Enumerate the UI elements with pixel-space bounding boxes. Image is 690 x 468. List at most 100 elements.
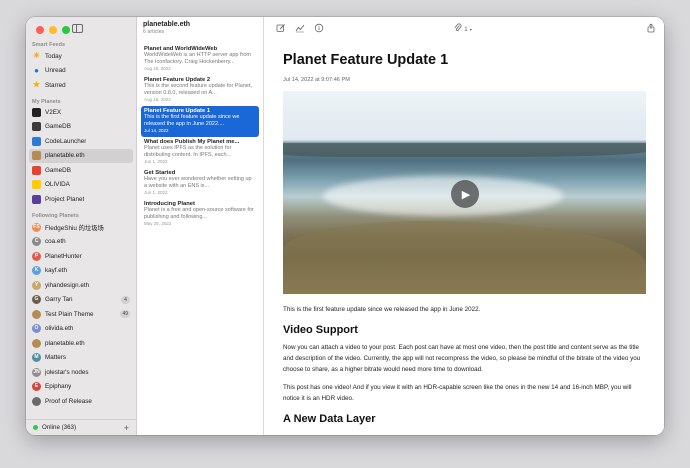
sidebar-item-label: planetable.eth [45,339,85,347]
smart-feeds-label: Smart Feeds [32,42,66,48]
paragraph-hdr: This post has one video! And if you view… [283,384,632,402]
sidebar-item[interactable]: E Epiphany [29,380,133,395]
video-frame-foam [323,176,563,216]
zoom-window-button[interactable] [62,26,70,34]
sidebar-item-label: V2EX [45,108,62,116]
sidebar-item[interactable]: Test Plain Theme 49 [29,307,133,322]
gamedb-icon [32,122,41,132]
avatar-icon: E [32,382,41,392]
sidebar-item-label: kayf.eth [45,267,68,275]
chevron-down-icon: ▾ [469,27,472,32]
sidebar-item[interactable]: CodeLauncher [29,134,133,149]
sidebar-item-label: Today [45,52,62,60]
sidebar: Smart Feeds ☀ Today ● Unread ★ Starred My Pla… [26,17,137,435]
paragraph-video-support: Now you can attach a video to your post.… [283,344,641,373]
sidebar-item[interactable]: V2EX [29,105,133,120]
article-list-item[interactable]: What does Publish My Planet me... Planet … [141,137,259,168]
article-snippet: WorldWideWeb is an HTTP server app from … [144,52,251,65]
article-list-item[interactable]: Planet Feature Update 2 This is the secon… [141,75,259,106]
online-status-label: Online (363) [42,424,77,431]
sidebar-item-label: Proof of Release [45,397,92,405]
article-list-item[interactable]: Get Started Have you ever wondered whethe… [141,168,259,199]
sidebar-item-label: GameDB [45,166,71,174]
article-content-pane: 1 ▾ Planet Feature Update 1 Jul 14, 2022… [264,17,664,435]
gamedb-icon [32,165,41,175]
article-list-item[interactable]: Introducing Planet Planet is a free and o… [141,199,259,230]
v2ex-icon [32,107,41,117]
sidebar-item[interactable]: GameDB [29,163,133,178]
sidebar-footer: Online (363) + [26,419,136,435]
sidebar-item[interactable]: G Garry Tan 4 [29,293,133,308]
sidebar-item[interactable]: Ccoa.eth [29,235,133,250]
following-planets-label: Following Planets [32,213,79,219]
sidebar-item-label: planetable.eth [45,152,85,160]
avatar-icon: P [32,251,41,261]
article-snippet: Have you ever wondered whether setting u… [144,176,252,189]
article-date-label: Aug 16, 2022 [144,96,171,102]
heading-data-layer: A New Data Layer [283,413,376,425]
sidebar-item[interactable]: Project Planet [29,192,133,207]
unread-count-badge: 49 [120,310,130,318]
following-planets-list: FS FledgeShiu 的垃圾场 Ccoa.eth P PlanetHunter Kk… [29,220,133,409]
window-controls [36,26,70,34]
article-list-item[interactable]: Planet and WorldWideWeb WorldWideWeb is a… [141,44,259,75]
article-list-item[interactable]: Planet Feature Update 1 This is the first… [141,106,259,137]
sidebar-item-label: coa.eth [45,238,66,246]
video-player[interactable]: ▶ [283,91,646,294]
sidebar-item-label: FledgeShiu 的垃圾场 [45,224,104,232]
sidebar-item[interactable]: ☀ Today [29,49,133,64]
avatar-icon: FS [32,222,41,232]
stats-chart-icon[interactable] [295,23,305,33]
attachments-menu[interactable]: 1 ▾ [454,23,474,33]
sidebar-item[interactable]: planetable.eth [29,148,133,163]
sidebar-item[interactable]: JN jolestar's nodes [29,365,133,380]
toolbar: 1 ▾ [264,17,664,39]
sidebar-toggle-icon[interactable] [72,24,83,33]
sun-icon: ☀ [32,51,41,61]
sidebar-item[interactable]: M Matters [29,351,133,366]
sidebar-item-label: Test Plain Theme [45,310,94,318]
sidebar-item[interactable]: ★ Starred [29,78,133,93]
sidebar-item[interactable]: ● Unread [29,64,133,79]
article-date-label: Jul 14, 2022 [144,127,169,133]
article-date-label: May 25, 2022 [144,220,172,226]
article-date-label: Aug 18, 2022 [144,65,171,71]
app-window: Smart Feeds ☀ Today ● Unread ★ Starred My Pla… [26,17,664,435]
sidebar-item-label: Unread [45,67,66,75]
sidebar-item[interactable]: Kkayf.eth [29,264,133,279]
sidebar-item-label: Matters [45,354,66,362]
unread-count-badge: 4 [121,295,130,304]
avatar-icon: G [32,295,41,305]
article-snippet: Planet uses IPFS as the solution for dis… [144,145,232,158]
sidebar-item-label: Garry Tan [45,296,73,304]
codelauncher-icon [32,136,41,146]
info-icon[interactable] [314,23,324,33]
sidebar-item[interactable]: P PlanetHunter [29,249,133,264]
sidebar-item[interactable]: FS FledgeShiu 的垃圾场 [29,220,133,235]
avatar-icon: M [32,353,41,363]
sidebar-item-label: Epiphany [45,383,72,391]
sidebar-item[interactable]: Yyihandesign.eth [29,278,133,293]
play-icon[interactable]: ▶ [451,180,479,208]
close-window-button[interactable] [36,26,44,34]
article-intro: This is the first feature update since w… [283,306,481,313]
sidebar-item-label: yihandesign.eth [45,281,90,289]
sidebar-item[interactable]: Proof of Release [29,394,133,409]
minimize-window-button[interactable] [49,26,57,34]
sidebar-item[interactable]: planetable.eth [29,336,133,351]
compose-icon[interactable] [276,23,286,33]
avatar-icon [32,396,41,406]
avatar-icon: JN [32,367,41,377]
sidebar-item-label: GameDB [45,123,71,131]
sidebar-item[interactable]: Oolivida.eth [29,322,133,337]
sidebar-item[interactable]: OLIVIDA [29,178,133,193]
list-header: planetable.eth 6 articles [143,21,190,35]
article-list: Planet and WorldWideWeb WorldWideWeb is a… [141,44,259,230]
attachment-count: 1 [464,27,468,33]
add-planet-button[interactable]: + [124,423,129,433]
sidebar-item-label: jolestar's nodes [45,368,89,376]
sidebar-item[interactable]: GameDB [29,120,133,135]
my-planets-list: V2EX GameDB CodeLauncher planetable.eth Game… [29,105,133,207]
share-icon[interactable] [646,23,656,33]
video-frame-rocks [283,143,646,157]
